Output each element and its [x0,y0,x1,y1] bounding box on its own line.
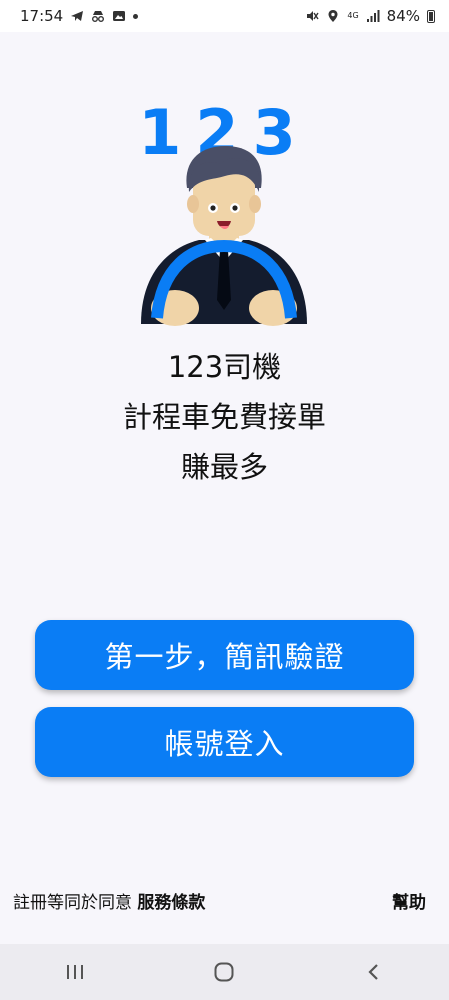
terms-link[interactable]: 服務條款 [137,893,205,913]
back-icon [368,964,378,980]
driver-mascot-illustration: 123 [139,100,307,326]
recent-apps-button[interactable] [55,957,95,987]
gallery-icon [113,11,126,21]
terms-notice: 註冊等同於同意 服務條款 [13,888,205,913]
account-login-button[interactable]: 帳號登入 [35,707,414,777]
status-bar-left: 17:54 [20,7,139,25]
back-button[interactable] [354,957,394,987]
sms-verify-label: 第一步，簡訊驗證 [104,640,345,674]
signal-icon [366,10,380,22]
headline-line-2: 計程車免費接單 [122,400,326,434]
battery-percent: 84% [386,7,420,25]
recent-apps-icon [66,965,83,979]
headline-line-3: 賺最多 [180,450,268,484]
battery-icon [427,9,435,23]
location-icon [328,10,338,22]
status-time: 17:54 [20,7,64,25]
status-bar-right: 4G 84% [305,7,435,25]
sms-verify-button[interactable]: 第一步，簡訊驗證 [35,620,414,690]
home-button[interactable] [204,957,244,987]
home-icon [214,962,234,982]
footer: 註冊等同於同意 服務條款 幫助 [13,888,426,913]
system-nav-bar [0,944,449,1000]
agree-text: 註冊等同於同意 [13,893,132,913]
incognito-icon [92,11,105,22]
status-bar: 17:54 4G 84% [0,0,449,32]
notification-dot-icon [133,13,139,19]
headline-line-1: 123司機 [167,350,282,384]
help-link[interactable]: 幫助 [392,888,426,913]
mute-icon [307,11,319,21]
telegram-icon [71,11,84,21]
account-login-label: 帳號登入 [164,727,285,761]
network-type: 4G [347,11,359,20]
